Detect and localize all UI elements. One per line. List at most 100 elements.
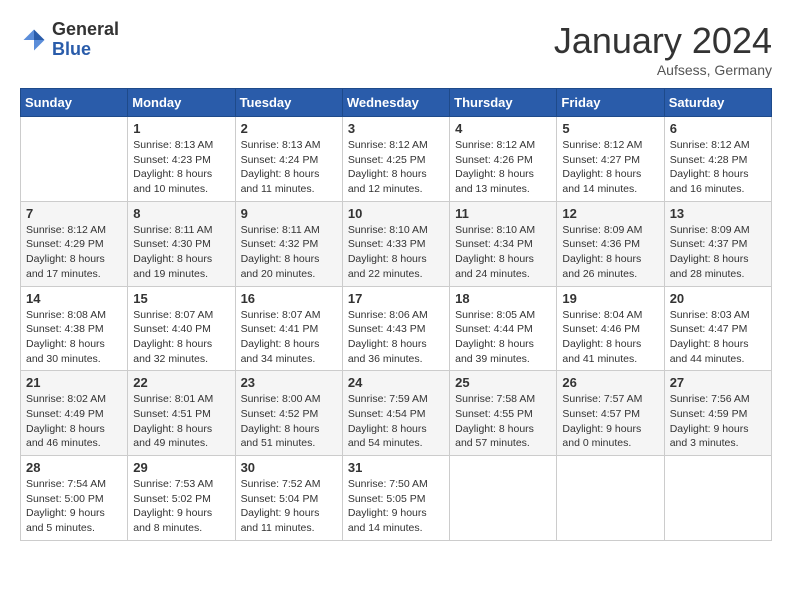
day-cell: 12 Sunrise: 8:09 AM Sunset: 4:36 PM Dayli… xyxy=(557,201,664,286)
day-info: Sunrise: 8:06 AM Sunset: 4:43 PM Dayligh… xyxy=(348,308,444,367)
day-cell: 13 Sunrise: 8:09 AM Sunset: 4:37 PM Dayli… xyxy=(664,201,771,286)
day-info: Sunrise: 7:50 AM Sunset: 5:05 PM Dayligh… xyxy=(348,477,444,536)
day-number: 15 xyxy=(133,291,229,306)
day-info: Sunrise: 8:09 AM Sunset: 4:36 PM Dayligh… xyxy=(562,223,658,282)
day-cell: 10 Sunrise: 8:10 AM Sunset: 4:33 PM Dayli… xyxy=(342,201,449,286)
logo-icon xyxy=(20,26,48,54)
day-number: 12 xyxy=(562,206,658,221)
day-number: 2 xyxy=(241,121,337,136)
day-number: 27 xyxy=(670,375,766,390)
day-cell: 2 Sunrise: 8:13 AM Sunset: 4:24 PM Daylig… xyxy=(235,117,342,202)
day-cell: 6Sunrise: 8:12 AM Sunset: 4:28 PM Daylig… xyxy=(664,117,771,202)
location-subtitle: Aufsess, Germany xyxy=(554,62,772,78)
day-number: 18 xyxy=(455,291,551,306)
day-number: 7 xyxy=(26,206,122,221)
title-block: January 2024 Aufsess, Germany xyxy=(554,20,772,78)
day-cell: 27Sunrise: 7:56 AM Sunset: 4:59 PM Dayli… xyxy=(664,371,771,456)
day-cell: 18Sunrise: 8:05 AM Sunset: 4:44 PM Dayli… xyxy=(450,286,557,371)
day-info: Sunrise: 8:12 AM Sunset: 4:26 PM Dayligh… xyxy=(455,138,551,197)
day-info: Sunrise: 8:12 AM Sunset: 4:27 PM Dayligh… xyxy=(562,138,658,197)
day-cell: 31Sunrise: 7:50 AM Sunset: 5:05 PM Dayli… xyxy=(342,456,449,541)
day-info: Sunrise: 8:01 AM Sunset: 4:51 PM Dayligh… xyxy=(133,392,229,451)
logo-text: General Blue xyxy=(52,20,119,60)
day-cell: 4 Sunrise: 8:12 AM Sunset: 4:26 PM Daylig… xyxy=(450,117,557,202)
day-cell: 5 Sunrise: 8:12 AM Sunset: 4:27 PM Daylig… xyxy=(557,117,664,202)
week-row-2: 7Sunrise: 8:12 AM Sunset: 4:29 PM Daylig… xyxy=(21,201,772,286)
day-info: Sunrise: 8:11 AM Sunset: 4:32 PM Dayligh… xyxy=(241,223,337,282)
day-cell: 19Sunrise: 8:04 AM Sunset: 4:46 PM Dayli… xyxy=(557,286,664,371)
calendar-header-row: SundayMondayTuesdayWednesdayThursdayFrid… xyxy=(21,89,772,117)
day-info: Sunrise: 7:57 AM Sunset: 4:57 PM Dayligh… xyxy=(562,392,658,451)
day-number: 30 xyxy=(241,460,337,475)
day-cell: 22Sunrise: 8:01 AM Sunset: 4:51 PM Dayli… xyxy=(128,371,235,456)
day-cell: 24 Sunrise: 7:59 AM Sunset: 4:54 PM Dayli… xyxy=(342,371,449,456)
day-cell: 26 Sunrise: 7:57 AM Sunset: 4:57 PM Dayli… xyxy=(557,371,664,456)
day-info: Sunrise: 8:07 AM Sunset: 4:41 PM Dayligh… xyxy=(241,308,337,367)
day-info: Sunrise: 7:59 AM Sunset: 4:54 PM Dayligh… xyxy=(348,392,444,451)
day-number: 23 xyxy=(241,375,337,390)
header-tuesday: Tuesday xyxy=(235,89,342,117)
day-number: 19 xyxy=(562,291,658,306)
day-number: 8 xyxy=(133,206,229,221)
day-number: 26 xyxy=(562,375,658,390)
day-info: Sunrise: 8:00 AM Sunset: 4:52 PM Dayligh… xyxy=(241,392,337,451)
day-number: 13 xyxy=(670,206,766,221)
day-cell: 20 Sunrise: 8:03 AM Sunset: 4:47 PM Dayli… xyxy=(664,286,771,371)
day-number: 9 xyxy=(241,206,337,221)
day-info: Sunrise: 8:02 AM Sunset: 4:49 PM Dayligh… xyxy=(26,392,122,451)
day-cell: 9 Sunrise: 8:11 AM Sunset: 4:32 PM Daylig… xyxy=(235,201,342,286)
day-number: 11 xyxy=(455,206,551,221)
day-cell: 3Sunrise: 8:12 AM Sunset: 4:25 PM Daylig… xyxy=(342,117,449,202)
day-number: 16 xyxy=(241,291,337,306)
header-saturday: Saturday xyxy=(664,89,771,117)
logo-general: General xyxy=(52,20,119,40)
header-friday: Friday xyxy=(557,89,664,117)
header-wednesday: Wednesday xyxy=(342,89,449,117)
day-cell: 23 Sunrise: 8:00 AM Sunset: 4:52 PM Dayli… xyxy=(235,371,342,456)
day-info: Sunrise: 7:54 AM Sunset: 5:00 PM Dayligh… xyxy=(26,477,122,536)
day-cell: 21Sunrise: 8:02 AM Sunset: 4:49 PM Dayli… xyxy=(21,371,128,456)
day-info: Sunrise: 7:58 AM Sunset: 4:55 PM Dayligh… xyxy=(455,392,551,451)
day-number: 10 xyxy=(348,206,444,221)
header-sunday: Sunday xyxy=(21,89,128,117)
day-cell xyxy=(450,456,557,541)
day-info: Sunrise: 8:09 AM Sunset: 4:37 PM Dayligh… xyxy=(670,223,766,282)
day-number: 6 xyxy=(670,121,766,136)
day-cell: 30 Sunrise: 7:52 AM Sunset: 5:04 PM Dayli… xyxy=(235,456,342,541)
day-info: Sunrise: 8:13 AM Sunset: 4:23 PM Dayligh… xyxy=(133,138,229,197)
day-info: Sunrise: 7:52 AM Sunset: 5:04 PM Dayligh… xyxy=(241,477,337,536)
day-cell: 29 Sunrise: 7:53 AM Sunset: 5:02 PM Dayli… xyxy=(128,456,235,541)
day-number: 1 xyxy=(133,121,229,136)
day-info: Sunrise: 8:10 AM Sunset: 4:34 PM Dayligh… xyxy=(455,223,551,282)
day-cell: 15Sunrise: 8:07 AM Sunset: 4:40 PM Dayli… xyxy=(128,286,235,371)
day-number: 5 xyxy=(562,121,658,136)
day-number: 25 xyxy=(455,375,551,390)
day-number: 20 xyxy=(670,291,766,306)
day-cell xyxy=(557,456,664,541)
day-info: Sunrise: 8:12 AM Sunset: 4:25 PM Dayligh… xyxy=(348,138,444,197)
day-cell: 1 Sunrise: 8:13 AM Sunset: 4:23 PM Daylig… xyxy=(128,117,235,202)
week-row-1: 1 Sunrise: 8:13 AM Sunset: 4:23 PM Daylig… xyxy=(21,117,772,202)
day-info: Sunrise: 7:53 AM Sunset: 5:02 PM Dayligh… xyxy=(133,477,229,536)
day-number: 24 xyxy=(348,375,444,390)
day-number: 4 xyxy=(455,121,551,136)
day-cell xyxy=(21,117,128,202)
header-monday: Monday xyxy=(128,89,235,117)
day-cell: 28Sunrise: 7:54 AM Sunset: 5:00 PM Dayli… xyxy=(21,456,128,541)
day-cell: 16 Sunrise: 8:07 AM Sunset: 4:41 PM Dayli… xyxy=(235,286,342,371)
week-row-4: 21Sunrise: 8:02 AM Sunset: 4:49 PM Dayli… xyxy=(21,371,772,456)
header-thursday: Thursday xyxy=(450,89,557,117)
day-info: Sunrise: 8:13 AM Sunset: 4:24 PM Dayligh… xyxy=(241,138,337,197)
day-cell: 17 Sunrise: 8:06 AM Sunset: 4:43 PM Dayli… xyxy=(342,286,449,371)
day-number: 14 xyxy=(26,291,122,306)
logo: General Blue xyxy=(20,20,119,60)
page-header: General Blue January 2024 Aufsess, Germa… xyxy=(20,20,772,78)
logo-blue: Blue xyxy=(52,40,119,60)
day-number: 17 xyxy=(348,291,444,306)
day-info: Sunrise: 8:03 AM Sunset: 4:47 PM Dayligh… xyxy=(670,308,766,367)
day-info: Sunrise: 8:10 AM Sunset: 4:33 PM Dayligh… xyxy=(348,223,444,282)
week-row-5: 28Sunrise: 7:54 AM Sunset: 5:00 PM Dayli… xyxy=(21,456,772,541)
day-number: 29 xyxy=(133,460,229,475)
week-row-3: 14Sunrise: 8:08 AM Sunset: 4:38 PM Dayli… xyxy=(21,286,772,371)
day-cell: 25 Sunrise: 7:58 AM Sunset: 4:55 PM Dayli… xyxy=(450,371,557,456)
